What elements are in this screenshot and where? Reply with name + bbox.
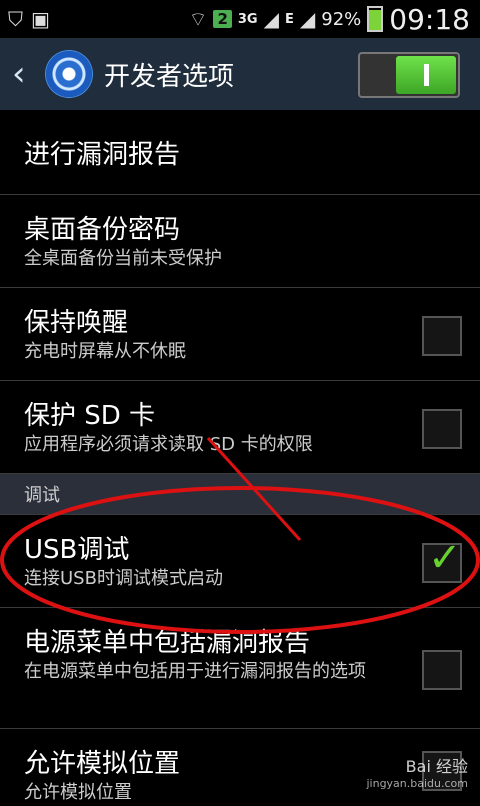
section-header-debug: 调试 [0,474,480,515]
action-bar: ‹ 开发者选项 [0,38,480,110]
wifi-icon: ⌔ [188,6,208,31]
watermark: Bai 经验 jingyan.baidu.com [366,753,468,790]
list-item-protect-sd-card[interactable]: 保护 SD 卡 应用程序必须请求读取 SD 卡的权限 [0,381,480,474]
notification-badge: 2 [213,10,232,28]
protect-sd-checkbox[interactable] [422,409,462,449]
signal-icon-2: ◢ [299,7,316,31]
clock: 09:18 [389,2,470,36]
toggle-on-indicator [396,56,456,94]
item-subtitle: 在电源菜单中包括用于进行漏洞报告的选项 [24,661,366,682]
battery-icon [367,6,384,32]
item-title: 电源菜单中包括漏洞报告 [24,628,311,658]
developer-options-toggle[interactable] [358,52,460,98]
page-title: 开发者选项 [104,61,235,92]
item-title: 桌面备份密码 [24,215,181,245]
list-item-bug-report[interactable]: 进行漏洞报告 [0,110,480,195]
settings-list: 进行漏洞报告 桌面备份密码 全桌面备份当前未受保护 保持唤醒 充电时屏幕从不休眠… [0,110,480,803]
item-subtitle: 应用程序必须请求读取 SD 卡的权限 [24,434,313,455]
stay-awake-checkbox[interactable] [422,316,462,356]
image-icon: ▣ [31,7,50,31]
settings-gear-icon [46,51,92,97]
power-menu-bug-report-checkbox[interactable] [422,650,462,690]
item-title: 保护 SD 卡 [24,401,156,431]
list-item-usb-debugging[interactable]: USB调试 连接USB时调试模式启动 [0,515,480,608]
battery-percent: 92% [321,8,362,30]
usb-debugging-checkbox[interactable] [422,535,462,583]
watermark-brand: Bai 经验 [405,757,468,776]
watermark-url: jingyan.baidu.com [366,777,468,790]
list-item-power-menu-bug-report[interactable]: 电源菜单中包括漏洞报告 在电源菜单中包括用于进行漏洞报告的选项 [0,608,480,729]
signal-icon: ◢ [263,7,279,31]
back-icon[interactable]: ‹ [0,54,40,94]
item-title: 进行漏洞报告 [24,140,181,170]
usb-shield-icon: ⛉ [8,7,23,31]
item-subtitle: 全桌面备份当前未受保护 [24,248,222,269]
item-title: USB调试 [24,535,130,565]
status-bar: ⛉ ▣ ⌔ 2 3G ◢ E ◢ 92% 09:18 [0,0,480,38]
network-e-label: E [285,11,294,27]
network-3g-label: 3G [237,11,258,27]
item-subtitle: 充电时屏幕从不休眠 [24,341,186,362]
list-item-stay-awake[interactable]: 保持唤醒 充电时屏幕从不休眠 [0,288,480,381]
item-title: 保持唤醒 [24,308,129,338]
item-subtitle: 连接USB时调试模式启动 [24,568,223,589]
list-item-desktop-backup-password[interactable]: 桌面备份密码 全桌面备份当前未受保护 [0,195,480,288]
